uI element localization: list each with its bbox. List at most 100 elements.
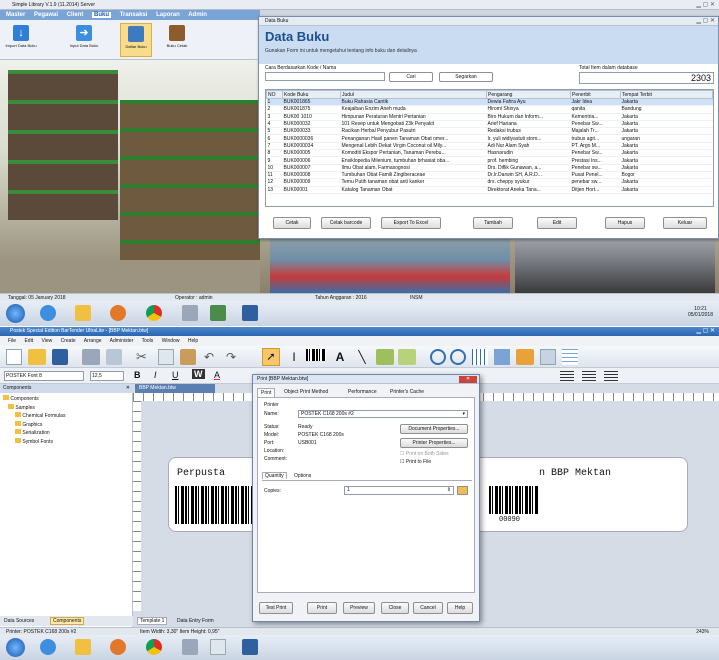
tab-performance[interactable]: Performance <box>345 389 380 395</box>
panel-close-icon[interactable]: ✕ <box>126 385 130 391</box>
table-header-cell[interactable]: Pengarang <box>486 90 571 99</box>
undo-icon[interactable]: ↶ <box>204 349 220 365</box>
label-text-left[interactable]: Perpusta <box>177 468 225 479</box>
align-right-icon[interactable] <box>604 371 618 381</box>
help-button[interactable]: Help <box>447 602 473 614</box>
chrome-icon[interactable] <box>146 305 162 321</box>
text-tool-icon[interactable]: I <box>286 349 302 365</box>
find-button[interactable]: Cari <box>389 72 433 82</box>
tab-data-entry[interactable]: Data Entry Form <box>177 618 214 624</box>
copies-input[interactable]: 1 ⇕ <box>344 486 454 495</box>
layout-icon[interactable] <box>540 349 556 365</box>
tree-item-graphics[interactable]: Graphics <box>3 420 65 430</box>
label-barcode-right[interactable] <box>489 486 539 514</box>
barcode-tool-icon[interactable] <box>306 349 326 365</box>
ie-icon[interactable] <box>40 639 56 655</box>
data-buku-close-icon[interactable]: ▁ ▢ ✕ <box>696 17 715 24</box>
table-header-cell[interactable]: Penerbit <box>570 90 621 99</box>
font-tool-icon[interactable]: A <box>332 349 348 365</box>
underline-button[interactable]: U <box>172 370 179 380</box>
search-input[interactable] <box>265 72 385 81</box>
font-color-button[interactable]: A <box>214 370 220 380</box>
shape-tool-icon[interactable] <box>376 349 394 365</box>
tab-object-print-method[interactable]: Object Print Method <box>281 389 331 395</box>
table-header-cell[interactable]: NO <box>266 90 283 99</box>
app-icon-1[interactable] <box>182 639 198 655</box>
book-list-button[interactable]: Daftar Buku <box>120 23 152 57</box>
start-button[interactable] <box>6 304 25 323</box>
app-icon-3[interactable] <box>242 305 258 321</box>
import-book-button[interactable]: ↓ Import Data Buku <box>4 23 38 57</box>
save-icon[interactable] <box>52 349 68 365</box>
menu-laporan[interactable]: Laporan <box>156 12 180 18</box>
table-row[interactable]: 5 BUK000033 Racikan Herbal Penyubur Pasutr… <box>266 127 713 136</box>
tree-item-samples[interactable]: Samples <box>3 403 65 413</box>
media-icon[interactable] <box>110 305 126 321</box>
table-row[interactable]: 9 BUK000006 Ensiklopedia Milenium, tumbuha… <box>266 156 713 165</box>
tab-printers-cache[interactable]: Printer's Cache <box>387 389 427 395</box>
menu-admin[interactable]: Admin <box>188 12 207 18</box>
window-controls[interactable]: ▁ ▢ ✕ <box>696 1 715 8</box>
app-icon-2[interactable] <box>210 639 226 655</box>
print-dialog-close-icon[interactable]: ✕ <box>459 376 477 383</box>
line-tool-icon[interactable]: ╲ <box>354 349 370 365</box>
bt-menu-create[interactable]: Create <box>61 338 76 344</box>
cancel-button[interactable]: Cancel <box>413 602 443 614</box>
add-button[interactable]: Tambah <box>473 217 513 229</box>
table-header-cell[interactable]: Kode Buku <box>282 90 341 99</box>
pointer-icon[interactable]: ➚ <box>262 348 280 366</box>
menu-pegawai[interactable]: Pegawai <box>34 12 58 18</box>
redo-icon[interactable]: ↷ <box>226 349 242 365</box>
bt-menu-window[interactable]: Window <box>162 338 180 344</box>
table-row[interactable]: 11 BUK000008 Tumbuhan Obat Famili Zingiber… <box>266 171 713 180</box>
bt-menu-administer[interactable]: Administer <box>110 338 134 344</box>
export-excel-button[interactable]: Export To Excel <box>381 217 441 229</box>
tab-template[interactable]: Template 1 <box>137 617 168 625</box>
app-icon-3[interactable] <box>242 639 258 655</box>
table-header-cell[interactable]: Judul <box>340 90 487 99</box>
printer-properties-button[interactable]: Printer Properties... <box>400 438 468 448</box>
printer-name-select[interactable]: POSTEK C168 200s #2 ▾ <box>298 410 468 418</box>
table-icon[interactable] <box>562 349 578 365</box>
label-barcode-left[interactable] <box>175 486 255 524</box>
print-to-file-checkbox[interactable]: ☐ Print to File <box>400 459 431 465</box>
bt-window-controls[interactable]: ▁ ▢ ✕ <box>696 327 715 334</box>
media-icon[interactable] <box>110 639 126 655</box>
bt-menu-view[interactable]: View <box>41 338 52 344</box>
table-header-cell[interactable]: Tempat Terbit <box>620 90 713 99</box>
grid-icon[interactable] <box>472 349 488 365</box>
align-icon[interactable] <box>494 349 510 365</box>
italic-button[interactable]: I <box>154 370 157 380</box>
delete-button[interactable]: Hapus <box>605 217 645 229</box>
app-icon-2[interactable] <box>210 305 226 321</box>
table-row[interactable]: 13 BUK00001 Katalog Tanaman Obat Direktorat… <box>266 186 713 194</box>
align-left-icon[interactable] <box>560 371 574 381</box>
table-row[interactable]: 7 BUK0000034 Mengenal Lebih Dekat Virgin C… <box>266 142 713 151</box>
zoom-in-icon[interactable] <box>430 349 446 365</box>
menu-buku[interactable]: Buku <box>92 12 112 18</box>
bt-menu-tools[interactable]: Tools <box>142 338 154 344</box>
bt-menu-file[interactable]: File <box>8 338 16 344</box>
bold-button[interactable]: B <box>134 370 141 380</box>
print-icon[interactable] <box>82 349 100 365</box>
picture-tool-icon[interactable] <box>398 349 416 365</box>
close-button[interactable]: Close <box>381 602 409 614</box>
refresh-button[interactable]: Segarkan <box>439 72 493 82</box>
tree-item-symbol-fonts[interactable]: Symbol Fonts <box>3 437 65 447</box>
table-row[interactable]: 8 BUK000005 Komoditi Ekspor Pertanian, Tan… <box>266 149 713 158</box>
menu-transaksi[interactable]: Transaksi <box>120 12 148 18</box>
menu-master[interactable]: Master <box>6 12 25 18</box>
app-icon-1[interactable] <box>182 305 198 321</box>
font-name-select[interactable]: POSTEK Font 8 <box>4 371 84 381</box>
tree-item-serialization[interactable]: Serialization <box>3 429 65 438</box>
print-book-button[interactable]: Buku Cetak <box>162 23 192 57</box>
print-both-sides-checkbox[interactable]: ☐ Print on Both Sides <box>400 451 449 457</box>
folder-icon[interactable] <box>75 305 91 321</box>
table-row[interactable]: 6 BUK0000036 Penanganan Hasil panen Tanama… <box>266 134 713 143</box>
wide-button[interactable]: W <box>192 369 205 379</box>
tab-components[interactable]: Components <box>50 617 85 625</box>
copy-icon[interactable] <box>158 349 174 365</box>
paste-icon[interactable] <box>180 349 196 365</box>
tab-quantity[interactable]: Quantity <box>262 472 287 479</box>
copies-options-icon[interactable] <box>457 486 468 495</box>
